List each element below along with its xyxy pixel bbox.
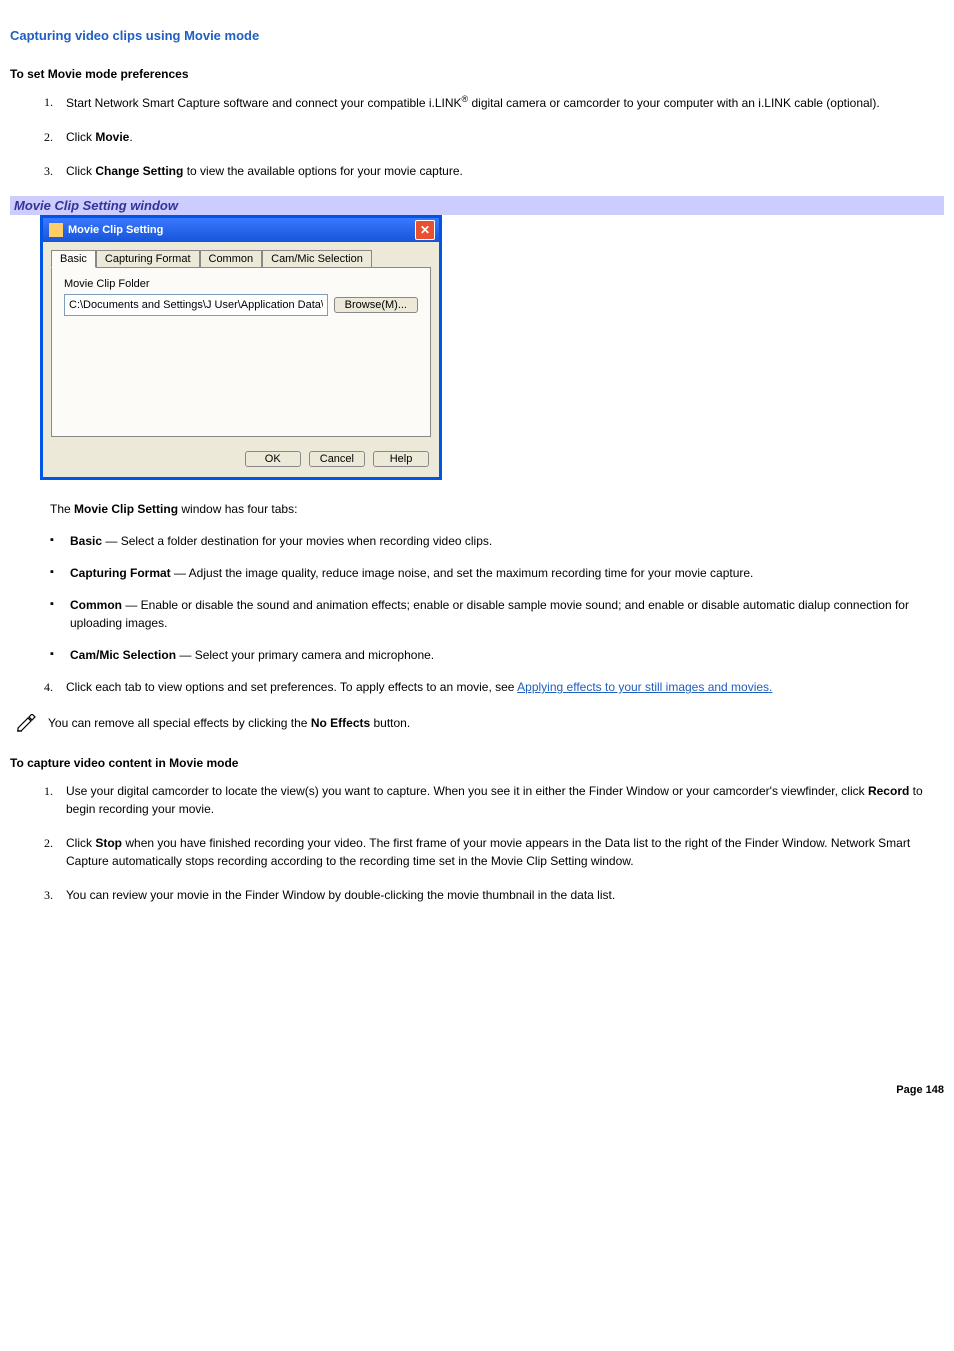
bold-basic: Basic [70,534,102,548]
page-title: Capturing video clips using Movie mode [10,28,944,43]
dialog-title: Movie Clip Setting [68,224,415,236]
text: Use your digital camcorder to locate the… [66,784,868,798]
text: Click [66,130,95,144]
step-text: Use your digital camcorder to locate the… [66,782,944,818]
heading-set-preferences: To set Movie mode preferences [10,67,944,81]
dialog-button-row: OK Cancel Help [43,445,439,477]
tabs-intro: The Movie Clip Setting window has four t… [50,500,944,518]
step-text: You can review your movie in the Finder … [66,886,944,904]
step-number: 3. [44,886,66,904]
step-text: Start Network Smart Capture software and… [66,93,944,112]
link-applying-effects[interactable]: Applying effects to your still images an… [517,680,772,694]
text: The [50,502,74,516]
tab-row: Basic Capturing Format Common Cam/Mic Se… [51,250,431,267]
note-icon [16,714,38,732]
step-text: Click Movie. [66,128,944,146]
movie-clip-folder-input[interactable] [64,294,328,316]
text: Click each tab to view options and set p… [66,680,517,694]
text: window has four tabs: [178,502,297,516]
step-text: Click Stop when you have finished record… [66,834,944,870]
step-text: Click Change Setting to view the availab… [66,162,944,180]
bold-cam-mic: Cam/Mic Selection [70,648,176,662]
note-text: You can remove all special effects by cl… [48,716,410,730]
step-number: 2. [44,128,66,146]
dialog-titlebar: Movie Clip Setting ✕ [43,218,439,242]
text: digital camera or camcorder to your comp… [468,96,880,110]
steps-set-preferences: 1. Start Network Smart Capture software … [10,93,944,180]
step-number: 3. [44,162,66,180]
cancel-button[interactable]: Cancel [309,451,365,467]
text: Start Network Smart Capture software and… [66,96,462,110]
text: when you have finished recording your vi… [66,836,910,868]
bold-capturing-format: Capturing Format [70,566,171,580]
step-number: 1. [44,93,66,112]
text: button. [370,716,410,730]
movie-clip-setting-dialog: Movie Clip Setting ✕ Basic Capturing For… [40,215,442,480]
list-item: Capturing Format — Adjust the image qual… [44,564,944,582]
bold-stop: Stop [95,836,122,850]
bold-movie-clip-setting: Movie Clip Setting [74,502,178,516]
browse-button[interactable]: Browse(M)... [334,297,418,313]
app-icon [49,223,63,237]
step-number: 4. [44,678,66,696]
bold-common: Common [70,598,122,612]
steps-capture-video: 1. Use your digital camcorder to locate … [10,782,944,904]
close-icon[interactable]: ✕ [415,220,435,240]
text: Click [66,164,95,178]
text: — Select a folder destination for your m… [102,534,492,548]
bold-no-effects: No Effects [311,716,370,730]
text: Click [66,836,95,850]
step-text: Click each tab to view options and set p… [66,678,944,696]
tab-body: Movie Clip Folder Browse(M)... [51,267,431,437]
list-item: Cam/Mic Selection — Select your primary … [44,646,944,664]
text: — Adjust the image quality, reduce image… [171,566,754,580]
help-button[interactable]: Help [373,451,429,467]
bold-movie: Movie [95,130,129,144]
text: to view the available options for your m… [183,164,462,178]
dialog-screenshot: Movie Clip Setting ✕ Basic Capturing For… [40,215,944,480]
text: — Select your primary camera and microph… [176,648,434,662]
banner-movie-clip-setting: Movie Clip Setting window [10,196,944,215]
tab-description-list: Basic — Select a folder destination for … [44,532,944,664]
text: You can remove all special effects by cl… [48,716,311,730]
text: — Enable or disable the sound and animat… [70,598,909,630]
bold-change-setting: Change Setting [95,164,183,178]
step-number: 2. [44,834,66,870]
movie-clip-folder-label: Movie Clip Folder [64,278,418,290]
ok-button[interactable]: OK [245,451,301,467]
heading-capture-video: To capture video content in Movie mode [10,756,944,770]
text: . [129,130,132,144]
steps-continued: 4. Click each tab to view options and se… [10,678,944,696]
tab-common[interactable]: Common [200,250,263,267]
note: You can remove all special effects by cl… [16,714,944,732]
bold-record: Record [868,784,909,798]
page-number: Page 148 [10,1084,944,1096]
tab-basic[interactable]: Basic [51,250,96,268]
list-item: Common — Enable or disable the sound and… [44,596,944,632]
tab-capturing-format[interactable]: Capturing Format [96,250,200,267]
step-number: 1. [44,782,66,818]
list-item: Basic — Select a folder destination for … [44,532,944,550]
tab-cam-mic-selection[interactable]: Cam/Mic Selection [262,250,372,267]
